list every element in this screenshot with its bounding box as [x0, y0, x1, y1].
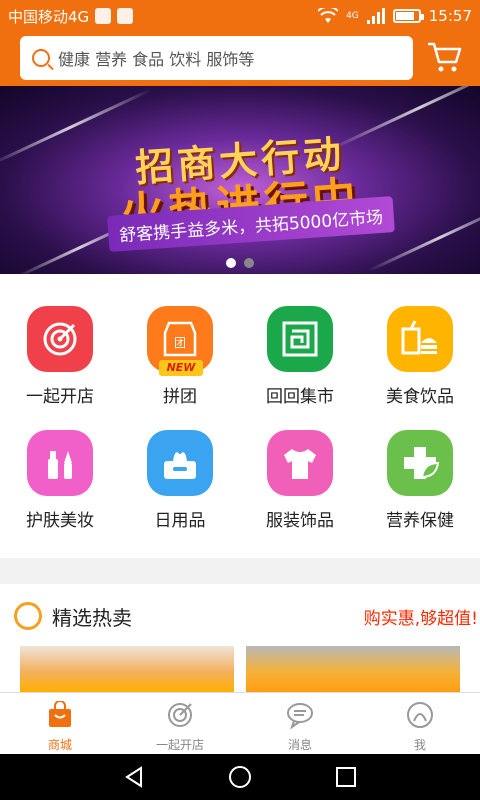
cosmetics-icon [27, 430, 93, 496]
search-header: 健康 营养 食品 饮料 服饰等 [0, 32, 480, 86]
search-icon [32, 49, 50, 67]
product-card[interactable] [20, 646, 234, 692]
carousel-dot[interactable] [244, 258, 254, 268]
search-placeholder: 健康 营养 食品 饮料 服饰等 [58, 50, 255, 69]
bottom-tab-bar: 商城 一起开店 消息 我 [0, 692, 480, 754]
category-market[interactable]: 回回集市 [240, 306, 360, 407]
tab-profile[interactable]: 我 [360, 693, 480, 754]
tab-label: 商城 [47, 738, 72, 752]
category-label: 回回集市 [266, 387, 334, 407]
recents-icon[interactable] [333, 764, 359, 790]
category-label: 服装饰品 [266, 511, 334, 531]
clock: 15:57 [428, 7, 472, 25]
status-right: 4G 15:57 [318, 7, 472, 25]
category-label: 一起开店 [26, 387, 94, 407]
svg-text:团: 团 [174, 336, 186, 350]
category-label: 拼团 [163, 387, 197, 407]
category-cosmetics[interactable]: 护肤美妆 [0, 430, 120, 531]
search-input[interactable]: 健康 营养 食品 饮料 服饰等 [20, 36, 413, 80]
product-card[interactable] [246, 646, 460, 692]
market-icon [267, 306, 333, 372]
category-health[interactable]: 营养保健 [360, 430, 480, 531]
tab-open-store[interactable]: 一起开店 [120, 693, 240, 754]
tissue-icon [147, 430, 213, 496]
system-nav-bar [0, 754, 480, 800]
image-notification-icon [117, 8, 134, 24]
app-notification-icon [95, 8, 112, 24]
target-icon [168, 703, 192, 727]
category-grid: 一起开店 团 NEW 拼团 回回集市 美食饮品 护肤美妆 日用品 服装饰品 营养… [0, 274, 480, 558]
category-clothing[interactable]: 服装饰品 [240, 430, 360, 531]
carrier-group: 中国移动4G [8, 6, 134, 27]
hot-sale-section: 精选热卖 购实惠,够超值! [0, 584, 480, 692]
target-icon [27, 306, 93, 372]
back-icon[interactable] [121, 764, 147, 790]
section-slogan: 购实惠,够超值! [363, 609, 478, 629]
tab-mall[interactable]: 商城 [0, 693, 120, 754]
category-daily-goods[interactable]: 日用品 [120, 430, 240, 531]
home-icon[interactable] [227, 764, 253, 790]
battery-icon [392, 9, 424, 23]
carousel-dots [0, 258, 480, 268]
tab-messages[interactable]: 消息 [240, 693, 360, 754]
promo-banner[interactable]: 招商大行动 火热进行中 舒客携手益多米，共拓5000亿市场 [0, 86, 480, 274]
category-open-store[interactable]: 一起开店 [0, 306, 120, 407]
category-label: 营养保健 [386, 511, 454, 531]
category-label: 护肤美妆 [26, 511, 94, 531]
category-group-buy[interactable]: 团 NEW 拼团 [120, 306, 240, 407]
category-label: 日用品 [154, 511, 206, 531]
food-drink-icon [387, 306, 453, 372]
profile-icon [407, 702, 433, 728]
message-icon [287, 703, 313, 730]
hot-sale-icon [14, 602, 42, 630]
carrier-name: 中国移动4G [8, 7, 90, 26]
cart-icon[interactable] [426, 40, 462, 74]
category-food-drink[interactable]: 美食饮品 [360, 306, 480, 407]
network-badge: 4G [346, 11, 359, 21]
group-buy-icon: 团 NEW [147, 306, 213, 376]
new-badge: NEW [159, 360, 203, 376]
tab-label: 我 [413, 738, 426, 752]
status-bar: 中国移动4G 4G 15:57 [0, 0, 480, 32]
shopping-bag-icon [49, 700, 71, 727]
wifi-icon [318, 8, 339, 23]
shirt-icon [267, 430, 333, 496]
tab-label: 一起开店 [155, 738, 204, 752]
section-title: 精选热卖 [52, 606, 132, 630]
category-label: 美食饮品 [386, 387, 454, 407]
health-icon [387, 430, 453, 496]
carousel-dot[interactable] [226, 258, 236, 268]
signal-icon [366, 8, 385, 24]
tab-label: 消息 [287, 738, 312, 752]
